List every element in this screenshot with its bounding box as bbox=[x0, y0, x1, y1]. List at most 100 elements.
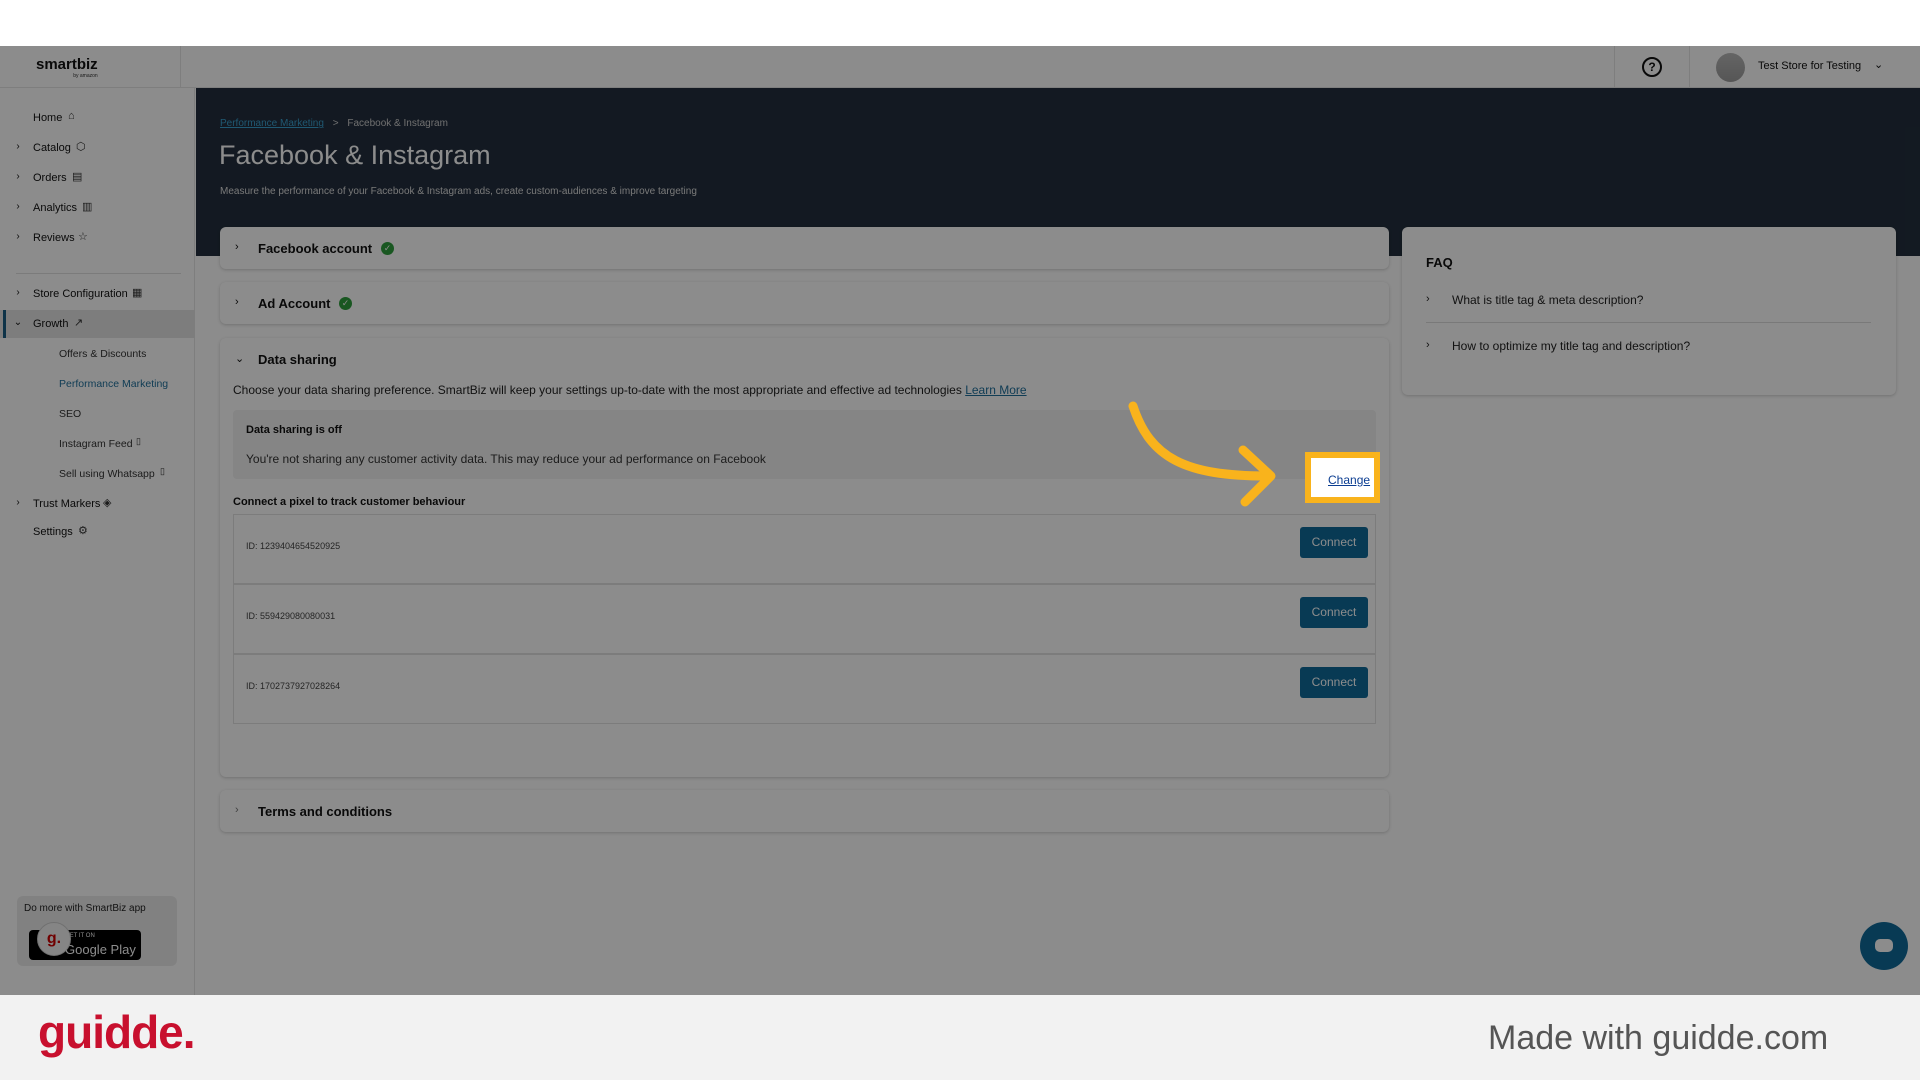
sidebar-item-label: Store Configuration bbox=[33, 288, 128, 300]
pixel-row: ID: 1702737927028264 Connect bbox=[233, 654, 1376, 724]
sidebar-divider bbox=[16, 273, 181, 274]
bar-chart-icon: ▥ bbox=[82, 201, 93, 213]
sidebar-item-trust-markers[interactable]: › Trust Markers ◈ bbox=[0, 490, 195, 518]
guidde-logo: guidde. bbox=[38, 1006, 196, 1058]
description-text: Choose your data sharing preference. Sma… bbox=[233, 383, 962, 397]
sidebar-item-label: Trust Markers bbox=[33, 498, 101, 510]
sidebar-item-reviews[interactable]: › Reviews ☆ bbox=[0, 224, 195, 252]
sidebar-item-label: Orders bbox=[33, 172, 67, 184]
section-title: Facebook account bbox=[258, 241, 373, 256]
sidebar-item-store-configuration[interactable]: › Store Configuration ▦ bbox=[0, 280, 195, 308]
section-title: Terms and conditions bbox=[258, 804, 393, 819]
help-icon: ? bbox=[1642, 57, 1662, 77]
terms-section[interactable]: › Terms and conditions bbox=[220, 790, 1389, 832]
logo[interactable]: smartbiz by amazon bbox=[36, 56, 98, 79]
store-icon: ▦ bbox=[132, 287, 143, 299]
breadcrumb: Performance Marketing > Facebook & Insta… bbox=[220, 118, 448, 129]
app-window: smartbiz by amazon ? Test Store for Testi… bbox=[0, 46, 1920, 995]
faq-panel: FAQ › What is title tag & meta descripti… bbox=[1402, 227, 1896, 395]
chevron-right-icon: › bbox=[1426, 293, 1430, 305]
faq-item[interactable]: › What is title tag & meta description? bbox=[1426, 279, 1871, 323]
sidebar-item-performance-marketing[interactable]: Performance Marketing bbox=[24, 370, 219, 398]
chat-icon bbox=[1875, 939, 1893, 952]
app-promo: Do more with SmartBiz app GET IT ON Goog… bbox=[17, 896, 177, 966]
breadcrumb-current: Facebook & Instagram bbox=[347, 118, 448, 129]
home-icon: ⌂ bbox=[68, 110, 75, 122]
pixel-row: ID: 559429080080031 Connect bbox=[233, 584, 1376, 654]
connect-button[interactable]: Connect bbox=[1300, 667, 1368, 698]
help-button[interactable]: ? bbox=[1614, 46, 1690, 88]
chevron-right-icon: › bbox=[16, 497, 20, 508]
sidebar-item-label: Reviews bbox=[33, 232, 75, 244]
sidebar-item-instagram-feed[interactable]: Instagram Feed ▯ bbox=[24, 430, 219, 458]
section-title[interactable]: Data sharing bbox=[258, 352, 337, 367]
clipboard-icon: ▤ bbox=[72, 171, 83, 183]
faq-question: How to optimize my title tag and descrip… bbox=[1452, 339, 1691, 353]
pixel-id: ID: 559429080080031 bbox=[246, 611, 336, 621]
check-icon: ✓ bbox=[339, 297, 352, 310]
page-subtitle: Measure the performance of your Facebook… bbox=[220, 186, 697, 197]
change-highlight: Change bbox=[1305, 452, 1380, 503]
pixel-id: ID: 1702737927028264 bbox=[246, 681, 341, 691]
sidebar-item-offers-discounts[interactable]: Offers & Discounts bbox=[24, 340, 219, 368]
sidebar-item-catalog[interactable]: › Catalog ⬡ bbox=[0, 134, 195, 162]
sidebar-item-growth[interactable]: ⌄ Growth ↗ bbox=[0, 310, 195, 338]
chevron-right-icon: › bbox=[16, 141, 20, 152]
chevron-right-icon: › bbox=[1426, 339, 1430, 351]
sidebar-item-label: Catalog bbox=[33, 142, 71, 154]
sidebar-item-analytics[interactable]: › Analytics ▥ bbox=[0, 194, 195, 222]
connect-button[interactable]: Connect bbox=[1300, 597, 1368, 628]
screen: smartbiz by amazon ? Test Store for Testi… bbox=[0, 0, 1920, 1080]
faq-question: What is title tag & meta description? bbox=[1452, 293, 1644, 307]
header-divider bbox=[180, 46, 181, 88]
pixel-id: ID: 1239404654520925 bbox=[246, 541, 341, 551]
status-title: Data sharing is off bbox=[246, 424, 342, 436]
sidebar-item-settings[interactable]: Settings ⚙ bbox=[0, 518, 195, 546]
box-icon: ⬡ bbox=[76, 141, 86, 153]
sidebar-item-label: Growth bbox=[33, 318, 69, 330]
sidebar-item-orders[interactable]: › Orders ▤ bbox=[0, 164, 195, 192]
avatar[interactable] bbox=[1716, 53, 1745, 82]
chevron-right-icon: › bbox=[235, 296, 239, 308]
chevron-right-icon: › bbox=[235, 804, 239, 816]
shield-icon: ◈ bbox=[103, 497, 112, 509]
active-indicator bbox=[3, 310, 6, 338]
store-big-text: Google Play bbox=[65, 942, 136, 957]
sidebar-item-home[interactable]: Home ⌂ bbox=[0, 104, 195, 132]
change-link[interactable]: Change bbox=[1328, 473, 1370, 487]
sidebar-item-label: Performance Marketing bbox=[59, 378, 169, 390]
sidebar-item-label: Home bbox=[33, 112, 63, 124]
learn-more-link[interactable]: Learn More bbox=[965, 383, 1026, 397]
ad-account-section[interactable]: › Ad Account ✓ bbox=[220, 282, 1389, 324]
pixel-title: Connect a pixel to track customer behavi… bbox=[233, 496, 466, 508]
sidebar: Home ⌂ › Catalog ⬡ › Orders ▤ › Analytics ▥ › Re… bbox=[0, 88, 195, 995]
gear-icon: ⚙ bbox=[78, 525, 88, 537]
sidebar-item-label: Sell using Whatsapp bbox=[59, 468, 155, 480]
promo-text: Do more with SmartBiz app bbox=[24, 903, 146, 914]
pixel-row: ID: 1239404654520925 Connect bbox=[233, 514, 1376, 584]
faq-title: FAQ bbox=[1426, 255, 1453, 270]
chevron-down-icon[interactable]: ⌄ bbox=[1874, 58, 1883, 71]
check-icon: ✓ bbox=[381, 242, 394, 255]
sidebar-item-label: Instagram Feed bbox=[59, 438, 133, 450]
sidebar-item-label: Analytics bbox=[33, 202, 78, 214]
store-name[interactable]: Test Store for Testing bbox=[1758, 60, 1861, 72]
connect-button[interactable]: Connect bbox=[1300, 527, 1368, 558]
section-title: Ad Account bbox=[258, 296, 331, 311]
logo-text: smartbiz bbox=[36, 56, 98, 73]
sidebar-item-seo[interactable]: SEO bbox=[24, 400, 219, 428]
pointer-arrow-icon bbox=[1128, 401, 1276, 507]
sidebar-item-label: Settings bbox=[33, 526, 73, 538]
chat-button[interactable] bbox=[1860, 922, 1908, 970]
chevron-down-icon[interactable]: ⌄ bbox=[235, 352, 244, 365]
faq-item[interactable]: › How to optimize my title tag and descr… bbox=[1426, 325, 1871, 369]
phone-icon: ▯ bbox=[160, 466, 165, 476]
sidebar-item-sell-using-whatsapp[interactable]: Sell using Whatsapp ▯ bbox=[24, 460, 219, 488]
breadcrumb-parent-link[interactable]: Performance Marketing bbox=[220, 118, 324, 129]
sidebar-item-label: SEO bbox=[59, 408, 82, 420]
top-margin bbox=[0, 0, 1920, 46]
facebook-account-section[interactable]: › Facebook account ✓ bbox=[220, 227, 1389, 269]
breadcrumb-separator: > bbox=[332, 118, 339, 129]
chevron-right-icon: › bbox=[235, 241, 239, 253]
chevron-right-icon: › bbox=[16, 231, 20, 242]
